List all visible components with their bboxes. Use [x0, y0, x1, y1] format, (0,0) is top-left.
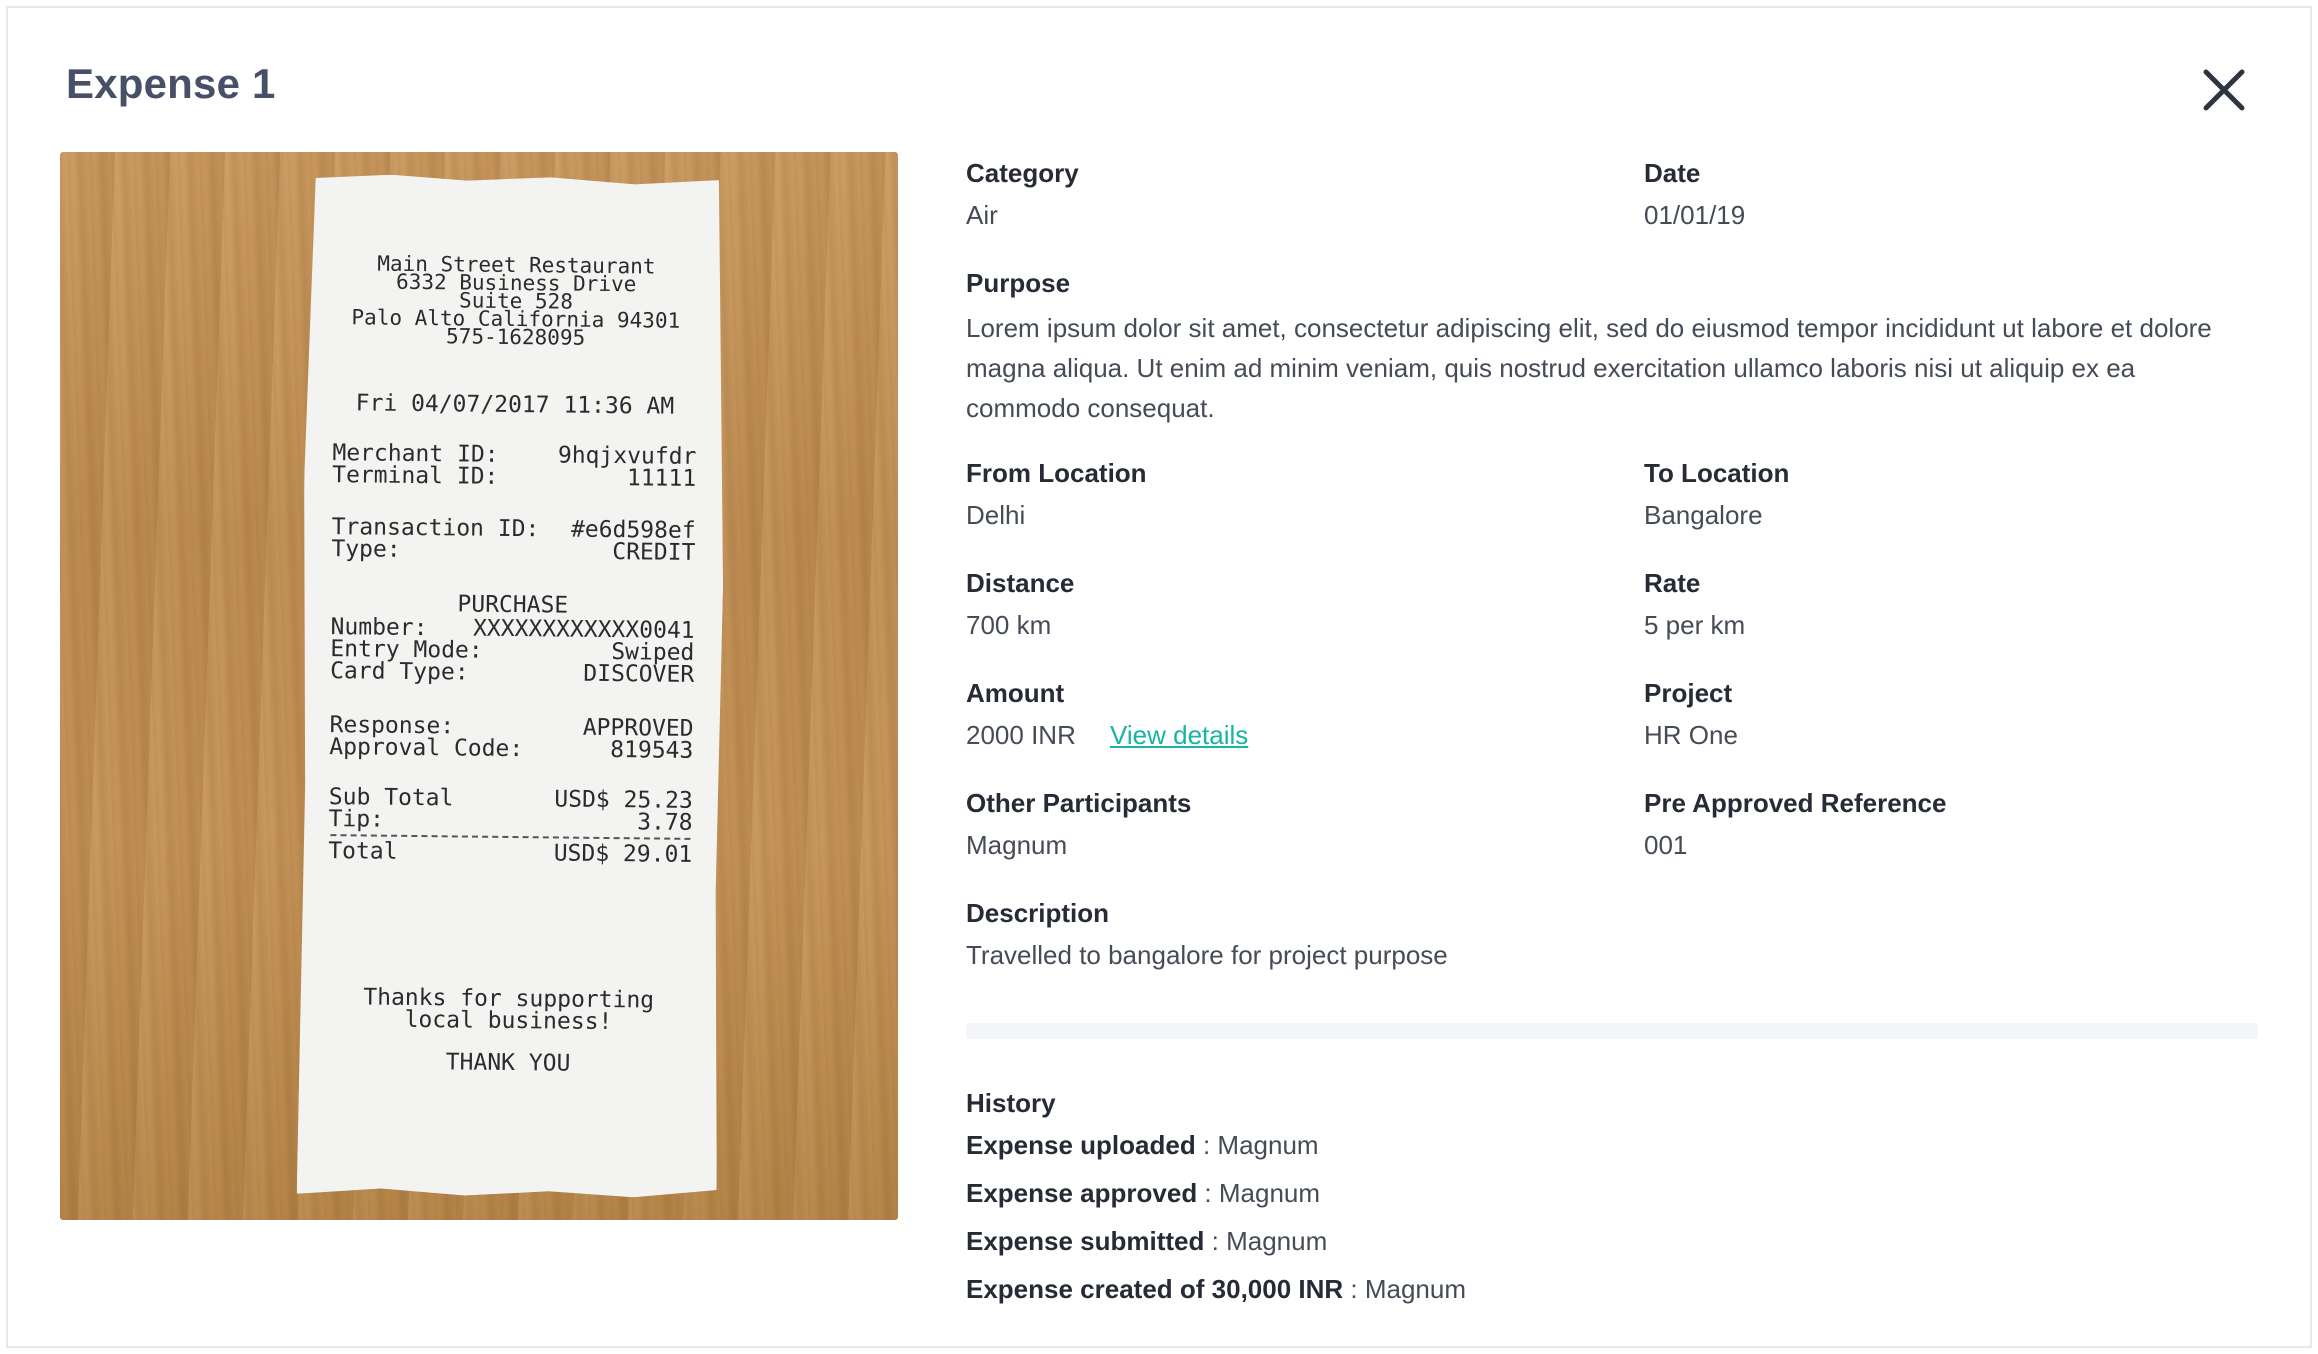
receipt-tip-value: 3.78 — [637, 809, 693, 836]
receipt-card-label: Card Type: — [330, 658, 469, 686]
from-location-value: Delhi — [966, 500, 1026, 530]
history-user: : Magnum — [1204, 1226, 1328, 1256]
view-details-link[interactable]: View details — [1110, 720, 1248, 751]
pre-approved-reference-label: Pre Approved Reference — [1644, 788, 1947, 818]
history-item: Expense created of 30,000 INR : Magnum — [966, 1274, 1466, 1305]
receipt-image[interactable]: Main Street Restaurant 6332 Business Dri… — [60, 152, 898, 1220]
category-value: Air — [966, 200, 998, 230]
distance-label: Distance — [966, 568, 1075, 598]
receipt-thanks-line2: local business! — [404, 1006, 613, 1036]
receipt-approval-value: 819543 — [610, 737, 694, 764]
category-label: Category — [966, 158, 1079, 188]
receipt-subtotal-value: USD$ 25.23 — [554, 786, 693, 814]
other-participants-label: Other Participants — [966, 788, 1192, 818]
description-value: Travelled to bangalore for project purpo… — [966, 940, 1448, 970]
receipt-type-label: Type: — [331, 536, 401, 563]
project-value: HR One — [1644, 720, 1738, 750]
distance-value: 700 km — [966, 610, 1052, 640]
history-item: Expense approved : Magnum — [966, 1178, 1320, 1209]
project-label: Project — [1644, 678, 1733, 708]
date-value: 01/01/19 — [1644, 200, 1746, 230]
history-action: Expense submitted — [966, 1226, 1205, 1256]
amount-label: Amount — [966, 678, 1065, 708]
history-action: Expense uploaded — [966, 1130, 1196, 1160]
history-user: : Magnum — [1343, 1274, 1467, 1304]
close-button[interactable] — [2194, 60, 2254, 120]
history-label: History — [966, 1088, 1056, 1118]
receipt-datetime: Fri 04/07/2017 11:36 AM — [355, 390, 675, 420]
to-location-label: To Location — [1644, 458, 1790, 488]
to-location-value: Bangalore — [1644, 500, 1763, 530]
history-item: Expense submitted : Magnum — [966, 1226, 1327, 1257]
receipt-card-value: DISCOVER — [583, 660, 695, 688]
history-item: Expense uploaded : Magnum — [966, 1130, 1319, 1161]
receipt-thankyou: THANK YOU — [445, 1049, 571, 1077]
pre-approved-reference-value: 001 — [1644, 830, 1688, 860]
receipt-terminal-label: Terminal ID: — [332, 462, 499, 490]
receipt-type-value: CREDIT — [612, 539, 696, 566]
receipt-total-label: Total — [328, 838, 398, 865]
description-label: Description — [966, 898, 1110, 928]
receipt-total-value: USD$ 29.01 — [553, 840, 693, 868]
receipt-number-value: XXXXXXXXXXXX0041 — [472, 615, 695, 644]
rate-value: 5 per km — [1644, 610, 1746, 640]
history-user: : Magnum — [1195, 1130, 1319, 1160]
purpose-label: Purpose — [966, 268, 1071, 298]
amount-value: 2000 INR — [966, 720, 1076, 750]
receipt-paper: Main Street Restaurant 6332 Business Dri… — [297, 174, 728, 1198]
history-action: Expense approved — [966, 1178, 1198, 1208]
from-location-label: From Location — [966, 458, 1147, 488]
purpose-value: Lorem ipsum dolor sit amet, consectetur … — [966, 313, 2212, 423]
other-participants-value: Magnum — [966, 830, 1068, 860]
history-action: Expense created of 30,000 INR — [966, 1274, 1344, 1304]
receipt-terminal-value: 11111 — [626, 465, 697, 492]
receipt-approval-label: Approval Code: — [329, 734, 524, 763]
rate-label: Rate — [1644, 568, 1701, 598]
modal-title: Expense 1 — [66, 60, 276, 107]
receipt-tip-label: Tip: — [328, 806, 385, 833]
date-label: Date — [1644, 158, 1701, 188]
section-divider — [966, 1023, 2258, 1039]
close-icon — [2203, 69, 2245, 111]
history-user: : Magnum — [1197, 1178, 1321, 1208]
